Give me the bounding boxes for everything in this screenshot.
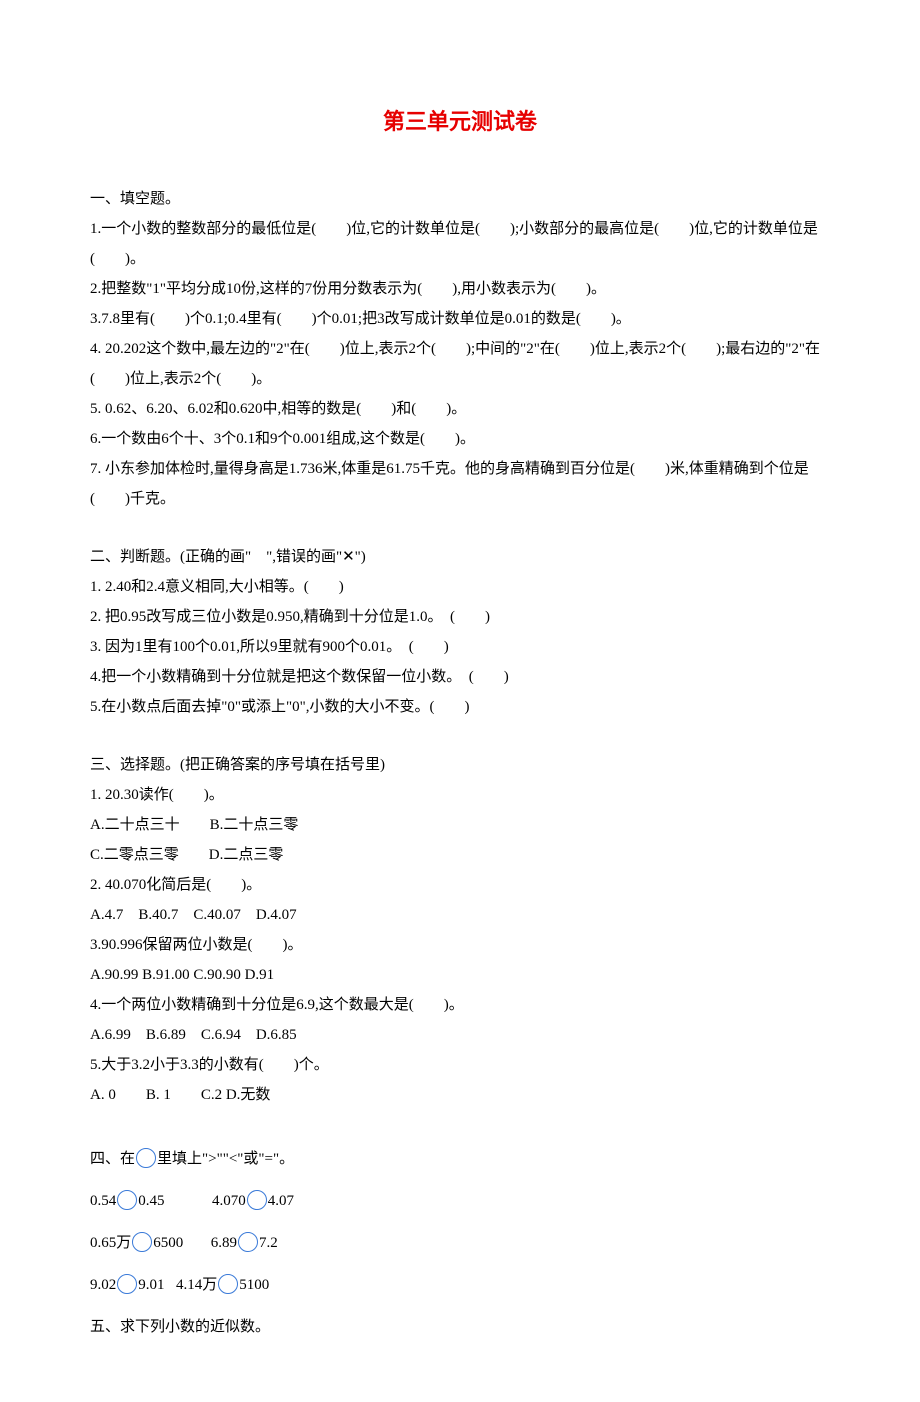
s4-r2b: 6500 (153, 1235, 183, 1251)
s4-r1b: 0.45 (138, 1193, 164, 1209)
s3-q4: 4.一个两位小数精确到十分位是6.9,这个数最大是( )。 (90, 990, 830, 1020)
s1-q3: 3.7.8里有( )个0.1;0.4里有( )个0.01;把3改写成计数单位是0… (90, 304, 830, 334)
circle-icon (117, 1190, 137, 1210)
s2-q4: 4.把一个小数精确到十分位就是把这个数保留一位小数。 ( ) (90, 662, 830, 692)
circle-icon (247, 1190, 267, 1210)
s3-q3: 3.90.996保留两位小数是( )。 (90, 930, 830, 960)
circle-icon (136, 1148, 156, 1168)
circle-icon (132, 1232, 152, 1252)
s5-head: 五、求下列小数的近似数。 (90, 1312, 830, 1342)
s4-r2c: 6.89 (211, 1235, 237, 1251)
s1-q6: 6.一个数由6个十、3个0.1和9个0.001组成,这个数是( )。 (90, 424, 830, 454)
s1-q1: 1.一个小数的整数部分的最低位是( )位,它的计数单位是( );小数部分的最高位… (90, 214, 830, 274)
s2-q1: 1. 2.40和2.4意义相同,大小相等。( ) (90, 572, 830, 602)
s1-q2: 2.把整数"1"平均分成10份,这样的7份用分数表示为( ),用小数表示为( )… (90, 274, 830, 304)
s4-r1c: 4.070 (212, 1193, 246, 1209)
s4-head: 四、在 里填上">""<"或"="。 (90, 1138, 830, 1180)
section-1: 一、填空题。 1.一个小数的整数部分的最低位是( )位,它的计数单位是( );小… (90, 184, 830, 514)
s1-q7: 7. 小东参加体检时,量得身高是1.736米,体重是61.75千克。他的身高精确… (90, 454, 830, 514)
s4-r1a: 0.54 (90, 1193, 116, 1209)
s4-head-b: 里填上">""<"或"="。 (157, 1151, 294, 1167)
s3-q3-opts: A.90.99 B.91.00 C.90.90 D.91 (90, 960, 830, 990)
s3-q5-opts: A. 0 B. 1 C.2 D.无数 (90, 1080, 830, 1110)
s2-q2: 2. 把0.95改写成三位小数是0.950,精确到十分位是1.0。 ( ) (90, 602, 830, 632)
page-title: 第三单元测试卷 (90, 100, 830, 144)
s4-row2: 0.65万 6500 6.89 7.2 (90, 1222, 830, 1264)
s1-q4: 4. 20.202这个数中,最左边的"2"在( )位上,表示2个( );中间的"… (90, 334, 830, 394)
s4-r3b: 9.01 (138, 1277, 164, 1293)
s4-head-a: 四、在 (90, 1151, 135, 1167)
s3-q1: 1. 20.30读作( )。 (90, 780, 830, 810)
s4-r2a: 0.65万 (90, 1235, 131, 1251)
section-2: 二、判断题。(正确的画" ",错误的画"✕") 1. 2.40和2.4意义相同,… (90, 542, 830, 722)
s4-row1: 0.54 0.45 4.070 4.07 (90, 1180, 830, 1222)
s2-q5: 5.在小数点后面去掉"0"或添上"0",小数的大小不变。( ) (90, 692, 830, 722)
s4-row3: 9.02 9.01 4.14万 5100 (90, 1264, 830, 1306)
s3-q5: 5.大于3.2小于3.3的小数有( )个。 (90, 1050, 830, 1080)
s3-head: 三、选择题。(把正确答案的序号填在括号里) (90, 750, 830, 780)
s1-q5: 5. 0.62、6.20、6.02和0.620中,相等的数是( )和( )。 (90, 394, 830, 424)
s3-q2: 2. 40.070化简后是( )。 (90, 870, 830, 900)
s4-r1d: 4.07 (268, 1193, 294, 1209)
s2-q3: 3. 因为1里有100个0.01,所以9里就有900个0.01。 ( ) (90, 632, 830, 662)
s4-r3a: 9.02 (90, 1277, 116, 1293)
s3-q4-opts: A.6.99 B.6.89 C.6.94 D.6.85 (90, 1020, 830, 1050)
section-5: 五、求下列小数的近似数。 (90, 1312, 830, 1342)
s3-q1-opts-b: C.二零点三零 D.二点三零 (90, 840, 830, 870)
s4-r3d: 5100 (239, 1277, 269, 1293)
circle-icon (218, 1274, 238, 1294)
circle-icon (238, 1232, 258, 1252)
s2-head: 二、判断题。(正确的画" ",错误的画"✕") (90, 542, 830, 572)
s3-q2-opts: A.4.7 B.40.7 C.40.07 D.4.07 (90, 900, 830, 930)
s4-r2d: 7.2 (259, 1235, 278, 1251)
section-4: 四、在 里填上">""<"或"="。 0.54 0.45 4.070 4.07 0.6… (90, 1138, 830, 1306)
s3-q1-opts-a: A.二十点三十 B.二十点三零 (90, 810, 830, 840)
s1-head: 一、填空题。 (90, 184, 830, 214)
circle-icon (117, 1274, 137, 1294)
s4-r3c: 4.14万 (176, 1277, 217, 1293)
section-3: 三、选择题。(把正确答案的序号填在括号里) 1. 20.30读作( )。 A.二… (90, 750, 830, 1110)
